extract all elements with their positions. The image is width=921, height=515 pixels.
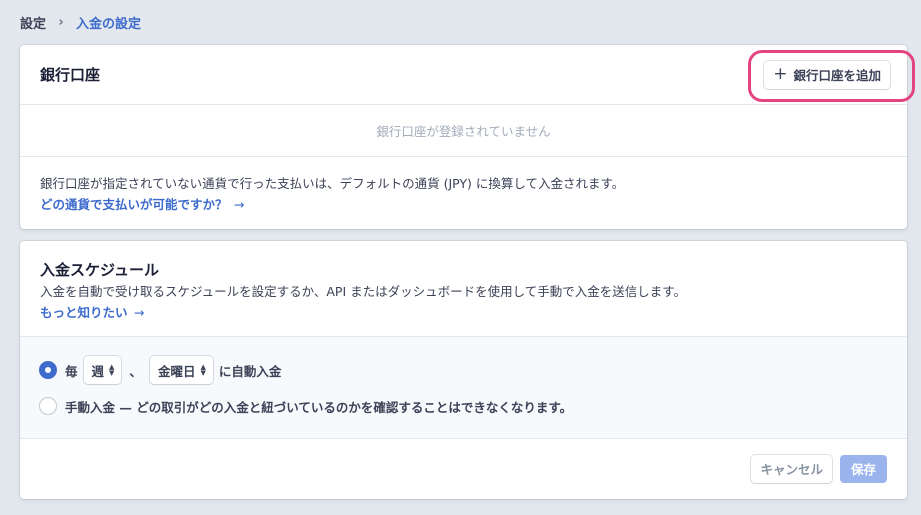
currency-info-text: 銀行口座が指定されていない通貨で行った支払いは、デフォルトの通貨 (JPY) に…: [40, 176, 625, 191]
payout-schedule-options: 毎 週 ▲ ▼ 、 金曜日 ▲ ▼ に自動入金 手動入金 — どの取引がどの入金と紐…: [20, 337, 907, 439]
breadcrumb-settings-link[interactable]: 設定: [20, 13, 46, 32]
learn-more-link-text: もっと知りたい: [40, 305, 128, 320]
chevron-updown-icon: ▲ ▼: [109, 363, 115, 377]
add-bank-button-wrapper: + 銀行口座を追加: [748, 49, 916, 102]
manual-payout-option: 手動入金 — どの取引がどの入金と紐づいているのかを確認することはできなくなりま…: [40, 391, 887, 421]
bank-info: 銀行口座が指定されていない通貨で行った支払いは、デフォルトの通貨 (JPY) に…: [20, 157, 907, 215]
auto-payout-prefix: 毎: [65, 363, 78, 379]
chevron-right-icon: ›: [58, 15, 64, 30]
auto-payout-suffix: に自動入金: [218, 363, 282, 379]
breadcrumb-current: 入金の設定: [76, 17, 142, 32]
day-select-value: 金曜日: [157, 363, 196, 379]
supported-currencies-link-text: どの通貨で支払いが可能ですか？: [40, 197, 228, 212]
chevron-updown-icon: ▲ ▼: [200, 363, 206, 377]
day-select[interactable]: 金曜日 ▲ ▼: [149, 356, 213, 384]
breadcrumb: 設定 › 入金の設定: [20, 13, 141, 32]
payout-schedule-title: 入金スケジュール: [40, 261, 159, 279]
supported-currencies-link[interactable]: どの通貨で支払いが可能ですか？ →: [40, 197, 244, 212]
arrow-right-icon: →: [233, 197, 245, 212]
interval-select-value: 週: [91, 363, 105, 379]
bank-account-card: 銀行口座 + 銀行口座を追加 銀行口座が登録されていません 銀行口座が指定されて…: [20, 45, 916, 229]
save-button[interactable]: 保存: [839, 454, 887, 483]
payout-schedule-card: 入金スケジュール 入金を自動で受け取るスケジュールを設定するか、API またはダ…: [20, 241, 907, 499]
bank-account-title: 銀行口座: [40, 66, 101, 84]
highlight-annotation: [748, 49, 916, 102]
bank-account-header: 銀行口座 + 銀行口座を追加: [20, 45, 916, 105]
option-separator: 、: [129, 363, 142, 379]
bank-empty-state: 銀行口座が登録されていません: [20, 105, 907, 157]
arrow-right-icon: →: [133, 305, 145, 320]
auto-payout-radio[interactable]: [40, 362, 56, 378]
payout-schedule-header: 入金スケジュール 入金を自動で受け取るスケジュールを設定するか、API またはダ…: [20, 241, 907, 337]
manual-payout-radio[interactable]: [40, 398, 56, 414]
payout-schedule-description: 入金を自動で受け取るスケジュールを設定するか、API またはダッシュボードを使用…: [40, 284, 687, 299]
payout-schedule-footer: キャンセル 保存: [20, 439, 907, 498]
cancel-button[interactable]: キャンセル: [751, 454, 832, 483]
interval-select[interactable]: 週 ▲ ▼: [83, 356, 122, 384]
learn-more-link[interactable]: もっと知りたい →: [40, 305, 144, 320]
auto-payout-option: 毎 週 ▲ ▼ 、 金曜日 ▲ ▼ に自動入金: [40, 355, 887, 385]
manual-payout-label: 手動入金 — どの取引がどの入金と紐づいているのかを確認することはできなくなりま…: [65, 399, 573, 415]
